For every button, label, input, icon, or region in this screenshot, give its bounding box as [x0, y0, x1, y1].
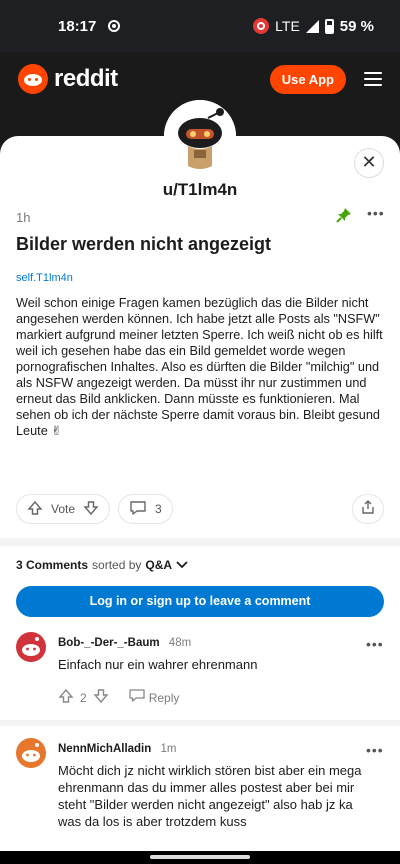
downvote-icon[interactable] — [93, 688, 109, 707]
comment-age: 48m — [168, 637, 192, 649]
chevron-down-icon[interactable] — [176, 558, 188, 572]
vote-label: Vote — [51, 502, 76, 516]
comment-author[interactable]: Bob-_-Der-_-Baum — [58, 637, 160, 649]
section-divider — [0, 538, 400, 546]
post-more-icon[interactable]: ••• — [367, 205, 385, 221]
comment-text: Möcht dich jz nicht wirklich stören bist… — [58, 763, 362, 829]
comment-author[interactable]: NennMichAlladin — [58, 743, 151, 755]
comment-avatar[interactable] — [16, 738, 46, 768]
upvote-icon[interactable] — [58, 688, 74, 707]
screen-record-icon — [108, 20, 121, 32]
comment-divider — [0, 720, 400, 726]
sort-value[interactable]: Q&A — [145, 558, 172, 572]
menu-icon[interactable] — [364, 72, 382, 86]
login-signup-button[interactable]: Log in or sign up to leave a comment — [16, 586, 384, 617]
network-type: LTE — [275, 18, 300, 34]
comment-count: 3 — [155, 502, 162, 516]
reddit-logo-icon[interactable] — [18, 64, 48, 94]
battery-icon — [324, 18, 334, 34]
battery-level: 59 % — [339, 17, 374, 35]
avatar[interactable] — [164, 100, 236, 172]
reply-button[interactable]: Reply — [129, 689, 180, 706]
comment-avatar[interactable] — [16, 632, 46, 662]
post-actions: Vote 3 — [16, 494, 173, 524]
share-button[interactable] — [352, 494, 384, 524]
post-domain[interactable]: self.T1lm4n — [16, 272, 73, 284]
sorted-by-label: sorted by — [92, 558, 142, 572]
comment-icon — [129, 689, 145, 706]
share-icon — [360, 499, 376, 520]
post-body: Weil schon einige Fragen kamen bezüglich… — [16, 296, 383, 438]
upvote-icon[interactable] — [27, 500, 43, 519]
status-bar: 18:17 LTE 59 % — [0, 0, 400, 52]
vote-control: Vote — [16, 494, 111, 524]
comment-item: NennMichAlladin 1m ••• Möcht dich jz nic… — [16, 738, 384, 848]
comment-age: 1m — [160, 743, 177, 755]
post-author[interactable]: u/T1lm4n — [0, 180, 400, 200]
reply-label: Reply — [148, 690, 180, 705]
hotspot-icon — [253, 18, 270, 34]
pin-icon — [336, 207, 352, 228]
post-title: Bilder werden nicht angezeigt — [16, 234, 272, 254]
comment-more-icon[interactable]: ••• — [366, 742, 384, 758]
comment-votes: 2 — [80, 690, 87, 705]
clock: 18:17 — [58, 17, 97, 35]
comments-button[interactable]: 3 — [118, 494, 173, 524]
brand-wordmark[interactable]: reddit — [54, 65, 118, 93]
use-app-button[interactable]: Use App — [269, 64, 346, 94]
gesture-bar — [0, 851, 400, 864]
comment-sort[interactable]: 3 Comments sorted by Q&A — [16, 558, 188, 572]
app-header: reddit Use App — [0, 52, 400, 106]
downvote-icon[interactable] — [83, 500, 99, 519]
comment-more-icon[interactable]: ••• — [366, 636, 384, 652]
comment-actions: 2 Reply — [58, 688, 179, 707]
comment-count-label: 3 Comments — [16, 558, 89, 572]
post-age: 1h — [16, 210, 31, 225]
comment-item: Bob-_-Der-_-Baum 48m ••• Einfach nur ein… — [16, 632, 384, 712]
comment-icon — [129, 500, 147, 519]
signal-icon — [305, 19, 319, 33]
comment-text: Einfach nur ein wahrer ehrenmann — [58, 657, 258, 672]
close-button[interactable]: ✕ — [354, 148, 384, 178]
